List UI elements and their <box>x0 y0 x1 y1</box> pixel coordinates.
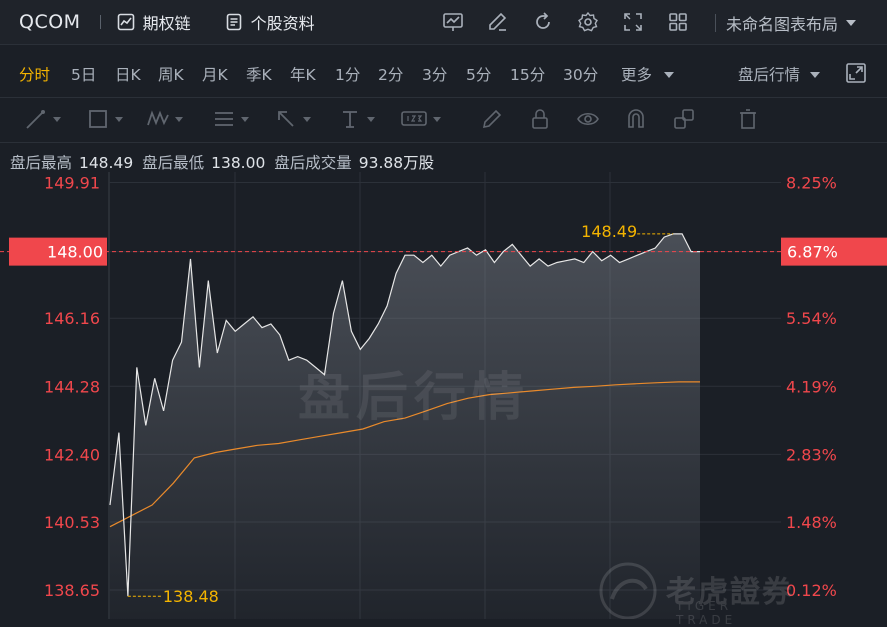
right-tick-label: 4.19% <box>786 377 837 396</box>
right-percent-axis: 9.61%8.25%5.54%4.19%2.83%1.48%0.12% <box>786 173 837 600</box>
high-value: 148.49 <box>78 154 134 172</box>
left-price-axis: 149.91 146.16 144.28 142.40 140.53 138.65 <box>44 173 100 600</box>
right-tick-label: 1.48% <box>786 513 837 532</box>
stock-info-button[interactable]: 个股资料 <box>225 10 315 34</box>
caret-down-icon <box>663 72 674 78</box>
caret-down-icon[interactable] <box>50 107 64 131</box>
fullscreen-icon[interactable] <box>620 9 646 35</box>
drawing-toolbar <box>0 98 887 143</box>
edit-icon[interactable] <box>485 9 511 35</box>
after-hours-stats: 盘后最高 148.49 盘后最低 138.00 盘后成交量 93.88万股 <box>10 151 438 173</box>
right-tick-label: 8.25% <box>786 173 837 192</box>
period-tab-week[interactable]: 周K <box>158 63 184 85</box>
top-toolbar: QCOM 期权链 个股资料 未命名图表布局 <box>0 0 887 45</box>
high-marker-label: 148.49 <box>581 222 637 241</box>
layout-name: 未命名图表布局 <box>726 15 839 34</box>
arrow-tool-icon[interactable] <box>274 107 298 131</box>
right-tick-label: 5.54% <box>786 309 837 328</box>
high-label: 盘后最高 <box>10 154 73 172</box>
low-label: 盘后最低 <box>142 154 205 172</box>
lock-icon[interactable] <box>528 107 552 131</box>
period-tab-month[interactable]: 月K <box>202 63 228 85</box>
caret-down-icon[interactable] <box>172 107 186 131</box>
period-bar: 分时 5日 日K 周K 月K 季K 年K 1分 2分 3分 5分 15分 30分… <box>0 45 887 98</box>
expand-icon[interactable] <box>845 62 867 84</box>
options-chain-button[interactable]: 期权链 <box>117 10 191 34</box>
volume-label: 盘后成交量 <box>274 154 352 172</box>
layout-selector[interactable]: 未命名图表布局 <box>715 11 858 35</box>
caret-down-icon[interactable] <box>300 107 314 131</box>
tiger-logo-icon <box>599 562 657 619</box>
left-tick-label: 146.16 <box>44 309 100 328</box>
low-value: 138.00 <box>211 154 266 172</box>
period-tab-5d[interactable]: 5日 <box>71 63 96 85</box>
right-tick-label: 2.83% <box>786 445 837 464</box>
indicator-icon[interactable] <box>440 9 466 35</box>
pen-icon[interactable] <box>480 107 504 131</box>
caret-down-icon <box>809 72 820 78</box>
caret-down-icon[interactable] <box>430 107 444 131</box>
left-tick-label: 149.91 <box>44 173 100 192</box>
period-tab-more[interactable]: 更多 <box>621 63 675 85</box>
brand-logo: 老虎證券 TIGER TRADE <box>596 559 794 627</box>
chart-box-icon <box>117 13 134 31</box>
link-icon[interactable] <box>672 107 696 131</box>
rectangle-tool-icon[interactable] <box>86 107 110 131</box>
period-tab-1m[interactable]: 1分 <box>335 63 360 85</box>
period-tab-30m[interactable]: 30分 <box>563 63 598 85</box>
divider <box>715 14 716 32</box>
left-tick-label: 144.28 <box>44 377 100 396</box>
caret-down-icon[interactable] <box>112 107 126 131</box>
price-label-tool-icon[interactable] <box>400 107 428 131</box>
left-tick-label: 138.65 <box>44 581 100 600</box>
settings-icon[interactable] <box>575 9 601 35</box>
fibonacci-tool-icon[interactable] <box>212 107 236 131</box>
session-selector[interactable]: 盘后行情 <box>738 63 821 85</box>
period-tab-timeshare[interactable]: 分时 <box>19 63 50 85</box>
period-tab-3m[interactable]: 3分 <box>422 63 447 85</box>
stock-info-label: 个股资料 <box>250 14 315 33</box>
left-tick-label: 140.53 <box>44 513 100 532</box>
ticker-symbol[interactable]: QCOM <box>19 11 81 33</box>
left-tick-label: 142.40 <box>44 445 100 464</box>
current-price-label: 148.00 <box>47 243 103 262</box>
refresh-icon[interactable] <box>530 9 556 35</box>
period-tab-year[interactable]: 年K <box>290 63 316 85</box>
divider <box>99 15 101 29</box>
period-tab-15m[interactable]: 15分 <box>510 63 545 85</box>
wave-tool-icon[interactable] <box>146 107 170 131</box>
magnet-icon[interactable] <box>624 107 648 131</box>
text-tool-icon[interactable] <box>338 107 362 131</box>
options-chain-label: 期权链 <box>142 14 191 33</box>
document-icon <box>226 13 241 31</box>
top-tool-icons <box>440 9 710 35</box>
caret-down-icon <box>846 20 857 26</box>
period-tab-2m[interactable]: 2分 <box>378 63 403 85</box>
period-tab-day[interactable]: 日K <box>115 63 141 85</box>
trash-icon[interactable] <box>736 107 760 131</box>
trendline-tool-icon[interactable] <box>24 107 48 131</box>
grid-layout-icon[interactable] <box>665 9 691 35</box>
more-label: 更多 <box>621 66 653 84</box>
session-label: 盘后行情 <box>738 66 801 84</box>
period-tab-5m[interactable]: 5分 <box>466 63 491 85</box>
low-marker-label: 138.48 <box>163 587 219 606</box>
volume-value: 93.88万股 <box>358 154 435 172</box>
chart-watermark: 盘后行情 <box>298 368 531 428</box>
period-tab-quarter[interactable]: 季K <box>246 63 272 85</box>
eye-icon[interactable] <box>576 107 600 131</box>
current-pct-label: 6.87% <box>787 243 838 262</box>
caret-down-icon[interactable] <box>364 107 378 131</box>
brand-tagline: TIGER TRADE <box>676 599 737 627</box>
caret-down-icon[interactable] <box>238 107 252 131</box>
